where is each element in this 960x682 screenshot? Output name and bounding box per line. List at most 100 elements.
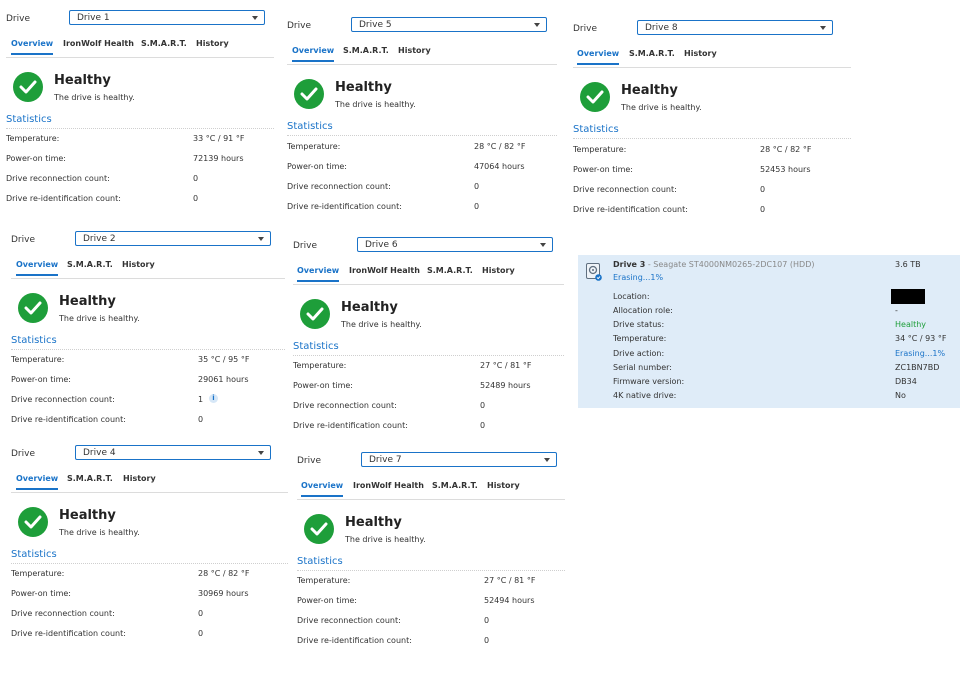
power-on-row: Power-on time: 30969 hours <box>11 589 288 603</box>
power-on-row: Power-on time: 29061 hours <box>11 375 285 389</box>
tab-history[interactable]: History <box>487 481 520 490</box>
power-on-row: Power-on time: 47064 hours <box>287 162 557 176</box>
power-on-value: 30969 hours <box>198 589 249 598</box>
reconnection-label: Drive reconnection count: <box>6 174 110 183</box>
statistics-heading: Statistics <box>11 335 57 346</box>
info-icon[interactable]: i <box>209 394 218 403</box>
tab-overview[interactable]: Overview <box>301 481 344 497</box>
drive-select-value: Drive 1 <box>77 13 110 23</box>
drive-select[interactable]: Drive 6 <box>357 237 553 252</box>
chevron-down-icon[interactable] <box>544 458 550 462</box>
temperature-value: 27 °C / 81 °F <box>484 576 536 585</box>
drive-select[interactable]: Drive 8 <box>637 20 833 35</box>
temperature-row: Temperature: 27 °C / 81 °F <box>293 361 564 375</box>
health-title: Healthy <box>335 80 392 95</box>
drive3-status-line: Erasing...1% <box>613 273 664 282</box>
reconnection-value: 0 <box>474 182 480 191</box>
drive-selector-row: Drive Drive 5 <box>287 17 557 37</box>
drive-panel: Drive Drive 7 Overview IronWolf Health S.M… <box>297 452 565 682</box>
drive-select[interactable]: Drive 4 <box>75 445 271 460</box>
tab-ironwolf-health[interactable]: IronWolf Health <box>349 266 420 275</box>
tab-overview[interactable]: Overview <box>577 49 620 65</box>
drive3-serial-number-label: Serial number: <box>613 363 672 372</box>
power-on-label: Power-on time: <box>11 375 71 384</box>
drive3-temperature-value: 34 °C / 93 °F <box>895 334 947 343</box>
power-on-value: 52494 hours <box>484 596 535 605</box>
tab-bar: Overview IronWolf Health S.M.A.R.T. History <box>293 266 564 285</box>
reidentification-row: Drive re-identification count: 0 <box>11 629 288 643</box>
chevron-down-icon[interactable] <box>258 451 264 455</box>
tab-smart[interactable]: S.M.A.R.T. <box>629 49 675 58</box>
drive3-model: - Seagate ST4000NM0265-2DC107 (HDD) <box>645 260 815 269</box>
power-on-value: 52489 hours <box>480 381 531 390</box>
drive-label: Drive <box>297 456 321 466</box>
tab-smart[interactable]: S.M.A.R.T. <box>67 474 113 483</box>
drive-select[interactable]: Drive 7 <box>361 452 557 467</box>
drive-select[interactable]: Drive 5 <box>351 17 547 32</box>
drive-selector-row: Drive Drive 2 <box>11 231 285 251</box>
tab-history[interactable]: History <box>684 49 717 58</box>
reconnection-value: 0 <box>760 185 766 194</box>
reconnection-label: Drive reconnection count: <box>297 616 401 625</box>
check-circle-icon <box>304 514 334 544</box>
drive3-name: Drive 3 <box>613 260 646 269</box>
drive3-title: Drive 3 - Seagate ST4000NM0265-2DC107 (H… <box>613 260 814 269</box>
tab-ironwolf-health[interactable]: IronWolf Health <box>63 39 134 48</box>
reconnection-value: 0 <box>198 609 204 618</box>
tab-history[interactable]: History <box>122 260 155 269</box>
tab-overview[interactable]: Overview <box>16 474 59 490</box>
chevron-down-icon[interactable] <box>258 237 264 241</box>
power-on-label: Power-on time: <box>6 154 66 163</box>
drive-panel: Drive Drive 1 Overview IronWolf Health S.M… <box>6 10 274 240</box>
reconnection-row: Drive reconnection count: 0 <box>573 185 851 199</box>
drive3-allocation-role-value: - <box>895 306 898 315</box>
tab-bar: Overview S.M.A.R.T. History <box>11 474 288 493</box>
temperature-value: 28 °C / 82 °F <box>198 569 250 578</box>
tab-overview[interactable]: Overview <box>16 260 59 276</box>
statistics-heading: Statistics <box>287 121 333 132</box>
chevron-down-icon[interactable] <box>252 16 258 20</box>
tab-overview[interactable]: Overview <box>297 266 340 282</box>
reidentification-value: 0 <box>193 194 199 203</box>
tab-history[interactable]: History <box>196 39 229 48</box>
power-on-value: 47064 hours <box>474 162 525 171</box>
drive3-drive-status-value: Healthy <box>895 320 927 329</box>
drive-label: Drive <box>6 14 30 24</box>
temperature-value: 33 °C / 91 °F <box>193 134 245 143</box>
chevron-down-icon[interactable] <box>540 243 546 247</box>
tab-smart[interactable]: S.M.A.R.T. <box>67 260 113 269</box>
chevron-down-icon[interactable] <box>820 26 826 30</box>
tab-smart[interactable]: S.M.A.R.T. <box>343 46 389 55</box>
drive-select-value: Drive 5 <box>359 20 392 30</box>
chevron-down-icon[interactable] <box>534 23 540 27</box>
drive3-detail-card[interactable]: Drive 3 - Seagate ST4000NM0265-2DC107 (H… <box>578 255 960 408</box>
tab-ironwolf-health[interactable]: IronWolf Health <box>353 481 424 490</box>
tab-smart[interactable]: S.M.A.R.T. <box>432 481 478 490</box>
divider <box>11 349 285 350</box>
healthy-status-icon <box>18 293 48 323</box>
drive-label: Drive <box>573 24 597 34</box>
tab-history[interactable]: History <box>123 474 156 483</box>
tab-overview[interactable]: Overview <box>11 39 54 55</box>
drive-select[interactable]: Drive 1 <box>69 10 265 25</box>
drive-selector-row: Drive Drive 7 <box>297 452 565 472</box>
reidentification-label: Drive re-identification count: <box>287 202 402 211</box>
reconnection-value: 0 <box>484 616 490 625</box>
tab-smart[interactable]: S.M.A.R.T. <box>141 39 187 48</box>
temperature-label: Temperature: <box>297 576 351 585</box>
tab-history[interactable]: History <box>398 46 431 55</box>
temperature-label: Temperature: <box>6 134 60 143</box>
tab-overview[interactable]: Overview <box>292 46 335 62</box>
drive-panel: Drive Drive 4 Overview S.M.A.R.T. History … <box>11 445 288 675</box>
health-description: The drive is healthy. <box>341 320 422 329</box>
tab-smart[interactable]: S.M.A.R.T. <box>427 266 473 275</box>
tab-history[interactable]: History <box>482 266 515 275</box>
drive-select[interactable]: Drive 2 <box>75 231 271 246</box>
drive3-firmware-version-row: Firmware version: DB34 <box>613 377 953 389</box>
reidentification-value: 0 <box>760 205 766 214</box>
drive3-allocation-role-label: Allocation role: <box>613 306 673 315</box>
health-title: Healthy <box>621 83 678 98</box>
health-description: The drive is healthy. <box>59 528 140 537</box>
drive-selector-row: Drive Drive 4 <box>11 445 288 465</box>
power-on-label: Power-on time: <box>297 596 357 605</box>
